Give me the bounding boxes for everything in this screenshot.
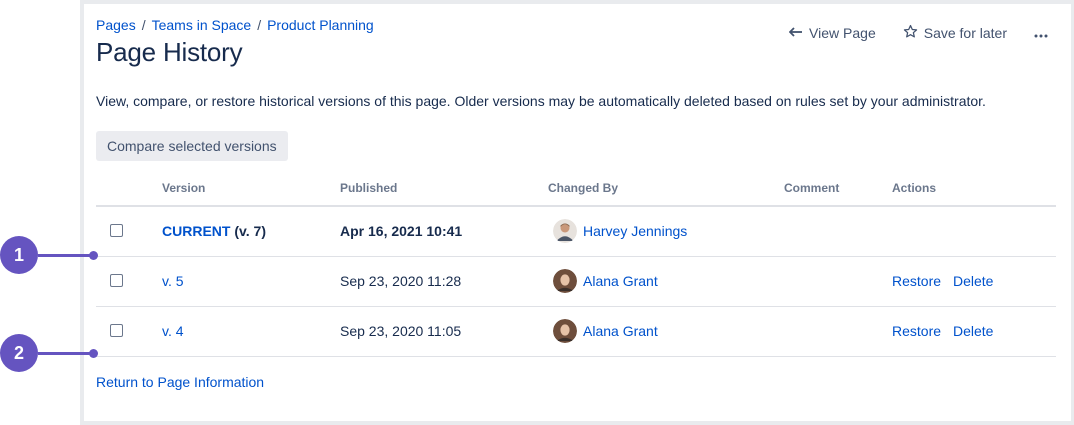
breadcrumb-pages[interactable]: Pages: [96, 17, 136, 33]
column-header-changed-by: Changed By: [548, 181, 619, 195]
return-to-page-info-link[interactable]: Return to Page Information: [96, 374, 264, 390]
view-page-label: View Page: [809, 25, 876, 41]
view-page-button[interactable]: View Page: [788, 23, 876, 43]
column-header-actions: Actions: [892, 181, 937, 195]
compare-versions-button[interactable]: Compare selected versions: [96, 131, 288, 161]
avatar: [553, 269, 577, 293]
breadcrumb-page[interactable]: Product Planning: [267, 17, 374, 33]
column-header-version: Version: [162, 181, 206, 195]
restore-link[interactable]: Restore: [892, 273, 941, 289]
more-icon: [1034, 25, 1054, 41]
column-header-published: Published: [340, 181, 398, 195]
table-row: v. 5 Sep 23, 2020 11:28 Alana Grant Rest…: [96, 257, 1056, 305]
star-icon: [903, 24, 924, 42]
version-checkbox[interactable]: [110, 274, 123, 287]
version-link[interactable]: v. 5: [162, 273, 184, 289]
version-link[interactable]: CURRENT: [162, 223, 230, 239]
breadcrumb-separator: /: [257, 17, 262, 33]
version-number: (v. 7): [230, 223, 266, 239]
callout-line-2: [38, 352, 94, 355]
callout-dot-1: [89, 251, 98, 260]
table-row: CURRENT (v. 7) Apr 16, 2021 10:41 Harvey…: [96, 207, 1056, 255]
published-date: Apr 16, 2021 10:41: [340, 223, 463, 239]
breadcrumb-space[interactable]: Teams in Space: [152, 17, 252, 33]
table-row: v. 4 Sep 23, 2020 11:05 Alana Grant Rest…: [96, 307, 1056, 355]
published-date: Sep 23, 2020 11:05: [340, 323, 462, 339]
callout-dot-2: [89, 349, 98, 358]
version-checkbox[interactable]: [110, 324, 123, 337]
page-toolbar: View Page Save for later: [788, 23, 1054, 43]
version-checkbox[interactable]: [110, 224, 123, 237]
breadcrumb-separator: /: [141, 17, 146, 33]
callout-line-1: [38, 254, 94, 257]
delete-link[interactable]: Delete: [953, 273, 993, 289]
delete-link[interactable]: Delete: [953, 323, 993, 339]
save-for-later-label: Save for later: [923, 25, 1007, 41]
callout-marker-2: 2: [0, 334, 38, 372]
avatar: [553, 219, 577, 243]
user-link[interactable]: Alana Grant: [583, 323, 658, 339]
version-link[interactable]: v. 4: [162, 323, 184, 339]
more-actions-button[interactable]: [1034, 23, 1054, 43]
row-divider: [96, 356, 1056, 357]
save-for-later-button[interactable]: Save for later: [903, 23, 1007, 43]
column-header-comment: Comment: [784, 181, 840, 195]
restore-link[interactable]: Restore: [892, 323, 941, 339]
callout-marker-1: 1: [0, 236, 38, 274]
user-link[interactable]: Alana Grant: [583, 273, 658, 289]
version-cell: CURRENT (v. 7): [162, 223, 266, 239]
breadcrumb: Pages / Teams in Space / Product Planning: [96, 17, 374, 33]
arrow-left-icon: [788, 25, 809, 41]
page-title: Page History: [96, 37, 243, 67]
avatar: [553, 319, 577, 343]
user-link[interactable]: Harvey Jennings: [583, 223, 687, 239]
page-description: View, compare, or restore historical ver…: [96, 93, 986, 109]
published-date: Sep 23, 2020 11:28: [340, 273, 462, 289]
